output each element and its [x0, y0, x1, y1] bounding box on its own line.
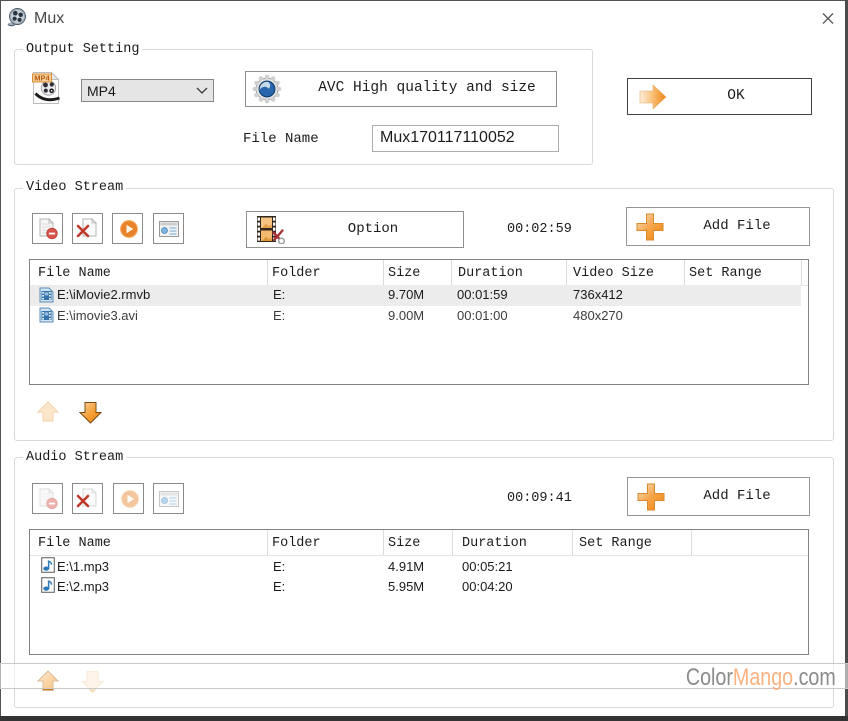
svg-text:MP4: MP4	[34, 74, 50, 83]
